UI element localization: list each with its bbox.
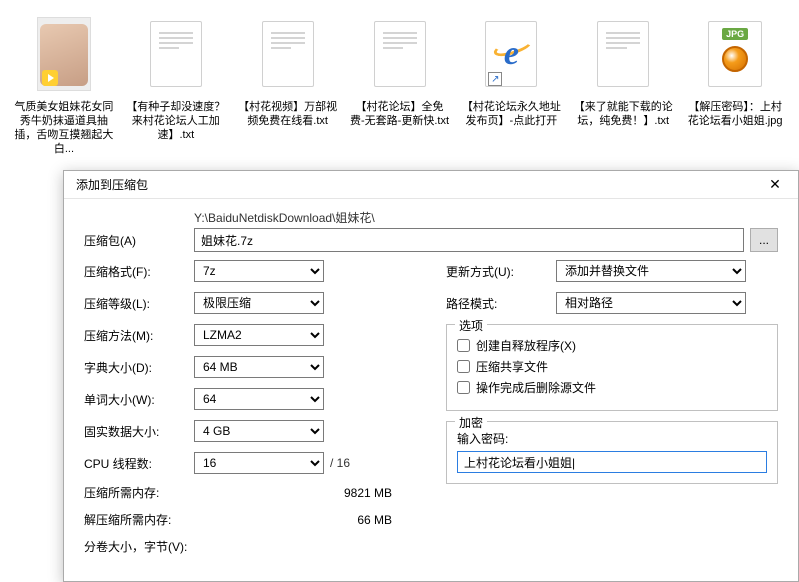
file-item[interactable]: 气质美女姐妹花女同秀牛奶抹逼道具抽插，舌吻互摸翘起大白... — [14, 14, 114, 156]
txt-icon — [150, 21, 202, 87]
sfx-checkbox[interactable]: 创建自释放程序(X) — [457, 337, 767, 354]
dialog-title: 添加到压缩包 — [76, 176, 148, 193]
update-select[interactable]: 添加并替换文件 — [556, 260, 746, 282]
format-label: 压缩格式(F): — [84, 263, 194, 280]
update-label: 更新方式(U): — [446, 263, 556, 280]
options-title: 选项 — [455, 317, 487, 334]
archive-name-input[interactable] — [194, 228, 744, 252]
shortcut-arrow-icon: ↗ — [488, 72, 502, 86]
file-item[interactable]: JPG 【解压密码】：上村花论坛看小姐姐.jpg — [685, 14, 785, 156]
dict-label: 字典大小(D): — [84, 359, 194, 376]
file-item[interactable]: 【来了就能下载的论坛，纯免费！】.txt — [573, 14, 673, 156]
level-select[interactable]: 极限压缩 — [194, 292, 324, 314]
encryption-group: 加密 输入密码: — [446, 421, 778, 484]
txt-icon — [262, 21, 314, 87]
password-input[interactable] — [457, 451, 767, 473]
file-label: 【有种子却没速度？来村花论坛人工加速】.txt — [126, 100, 226, 142]
file-grid: 气质美女姐妹花女同秀牛奶抹逼道具抽插，舌吻互摸翘起大白... 【有种子却没速度？… — [0, 0, 799, 162]
cpu-label: CPU 线程数: — [84, 455, 194, 472]
cpu-total: / 16 — [330, 456, 350, 470]
add-to-archive-dialog: 添加到压缩包 ✕ Y:\BaiduNetdiskDownload\姐妹花\ 压缩… — [63, 170, 799, 582]
delete-checkbox[interactable]: 操作完成后删除源文件 — [457, 379, 767, 396]
level-label: 压缩等级(L): — [84, 295, 194, 312]
mem-compress-label: 压缩所需内存: — [84, 484, 194, 501]
archive-path: Y:\BaiduNetdiskDownload\姐妹花\ — [194, 209, 778, 226]
encryption-title: 加密 — [455, 414, 487, 431]
file-label: 【来了就能下载的论坛，纯免费！】.txt — [573, 100, 673, 128]
password-label: 输入密码: — [457, 430, 767, 447]
file-label: 【村花视频】万部视频免费在线看.txt — [238, 100, 338, 128]
pathmode-label: 路径模式: — [446, 295, 556, 312]
video-thumbnail-icon — [37, 17, 91, 91]
right-column: 更新方式(U):添加并替换文件 路径模式:相对路径 选项 创建自释放程序(X) … — [446, 260, 778, 565]
file-item[interactable]: 【村花论坛】全免费-无套路-更新快.txt — [350, 14, 450, 156]
txt-icon — [374, 21, 426, 87]
file-item[interactable]: 【村花视频】万部视频免费在线看.txt — [238, 14, 338, 156]
file-label: 【村花论坛永久地址发布页】-点此打开 — [461, 100, 561, 128]
mem-decompress-value: 66 MB — [194, 513, 416, 527]
archive-label: 压缩包(A) — [84, 232, 194, 249]
word-label: 单词大小(W): — [84, 391, 194, 408]
jpg-icon: JPG — [708, 21, 762, 87]
txt-icon — [597, 21, 649, 87]
ie-shortcut-icon: e↗ — [485, 21, 537, 87]
file-label: 气质美女姐妹花女同秀牛奶抹逼道具抽插，舌吻互摸翘起大白... — [14, 100, 114, 156]
solid-select[interactable]: 4 GB — [194, 420, 324, 442]
file-label: 【解压密码】：上村花论坛看小姐姐.jpg — [685, 100, 785, 128]
method-label: 压缩方法(M): — [84, 327, 194, 344]
file-item[interactable]: 【有种子却没速度？来村花论坛人工加速】.txt — [126, 14, 226, 156]
left-column: 压缩格式(F):7z 压缩等级(L):极限压缩 压缩方法(M):LZMA2 字典… — [84, 260, 416, 565]
pathmode-select[interactable]: 相对路径 — [556, 292, 746, 314]
dict-select[interactable]: 64 MB — [194, 356, 324, 378]
method-select[interactable]: LZMA2 — [194, 324, 324, 346]
word-select[interactable]: 64 — [194, 388, 324, 410]
file-label: 【村花论坛】全免费-无套路-更新快.txt — [350, 100, 450, 128]
split-label: 分卷大小，字节(V): — [84, 538, 194, 555]
share-checkbox[interactable]: 压缩共享文件 — [457, 358, 767, 375]
cpu-select[interactable]: 16 — [194, 452, 324, 474]
mem-compress-value: 9821 MB — [194, 486, 416, 500]
close-button[interactable]: ✕ — [758, 174, 792, 196]
file-item[interactable]: e↗ 【村花论坛永久地址发布页】-点此打开 — [461, 14, 561, 156]
options-group: 选项 创建自释放程序(X) 压缩共享文件 操作完成后删除源文件 — [446, 324, 778, 411]
format-select[interactable]: 7z — [194, 260, 324, 282]
solid-label: 固实数据大小: — [84, 423, 194, 440]
titlebar: 添加到压缩包 ✕ — [64, 171, 798, 199]
mem-decompress-label: 解压缩所需内存: — [84, 511, 194, 528]
browse-button[interactable]: ... — [750, 228, 778, 252]
